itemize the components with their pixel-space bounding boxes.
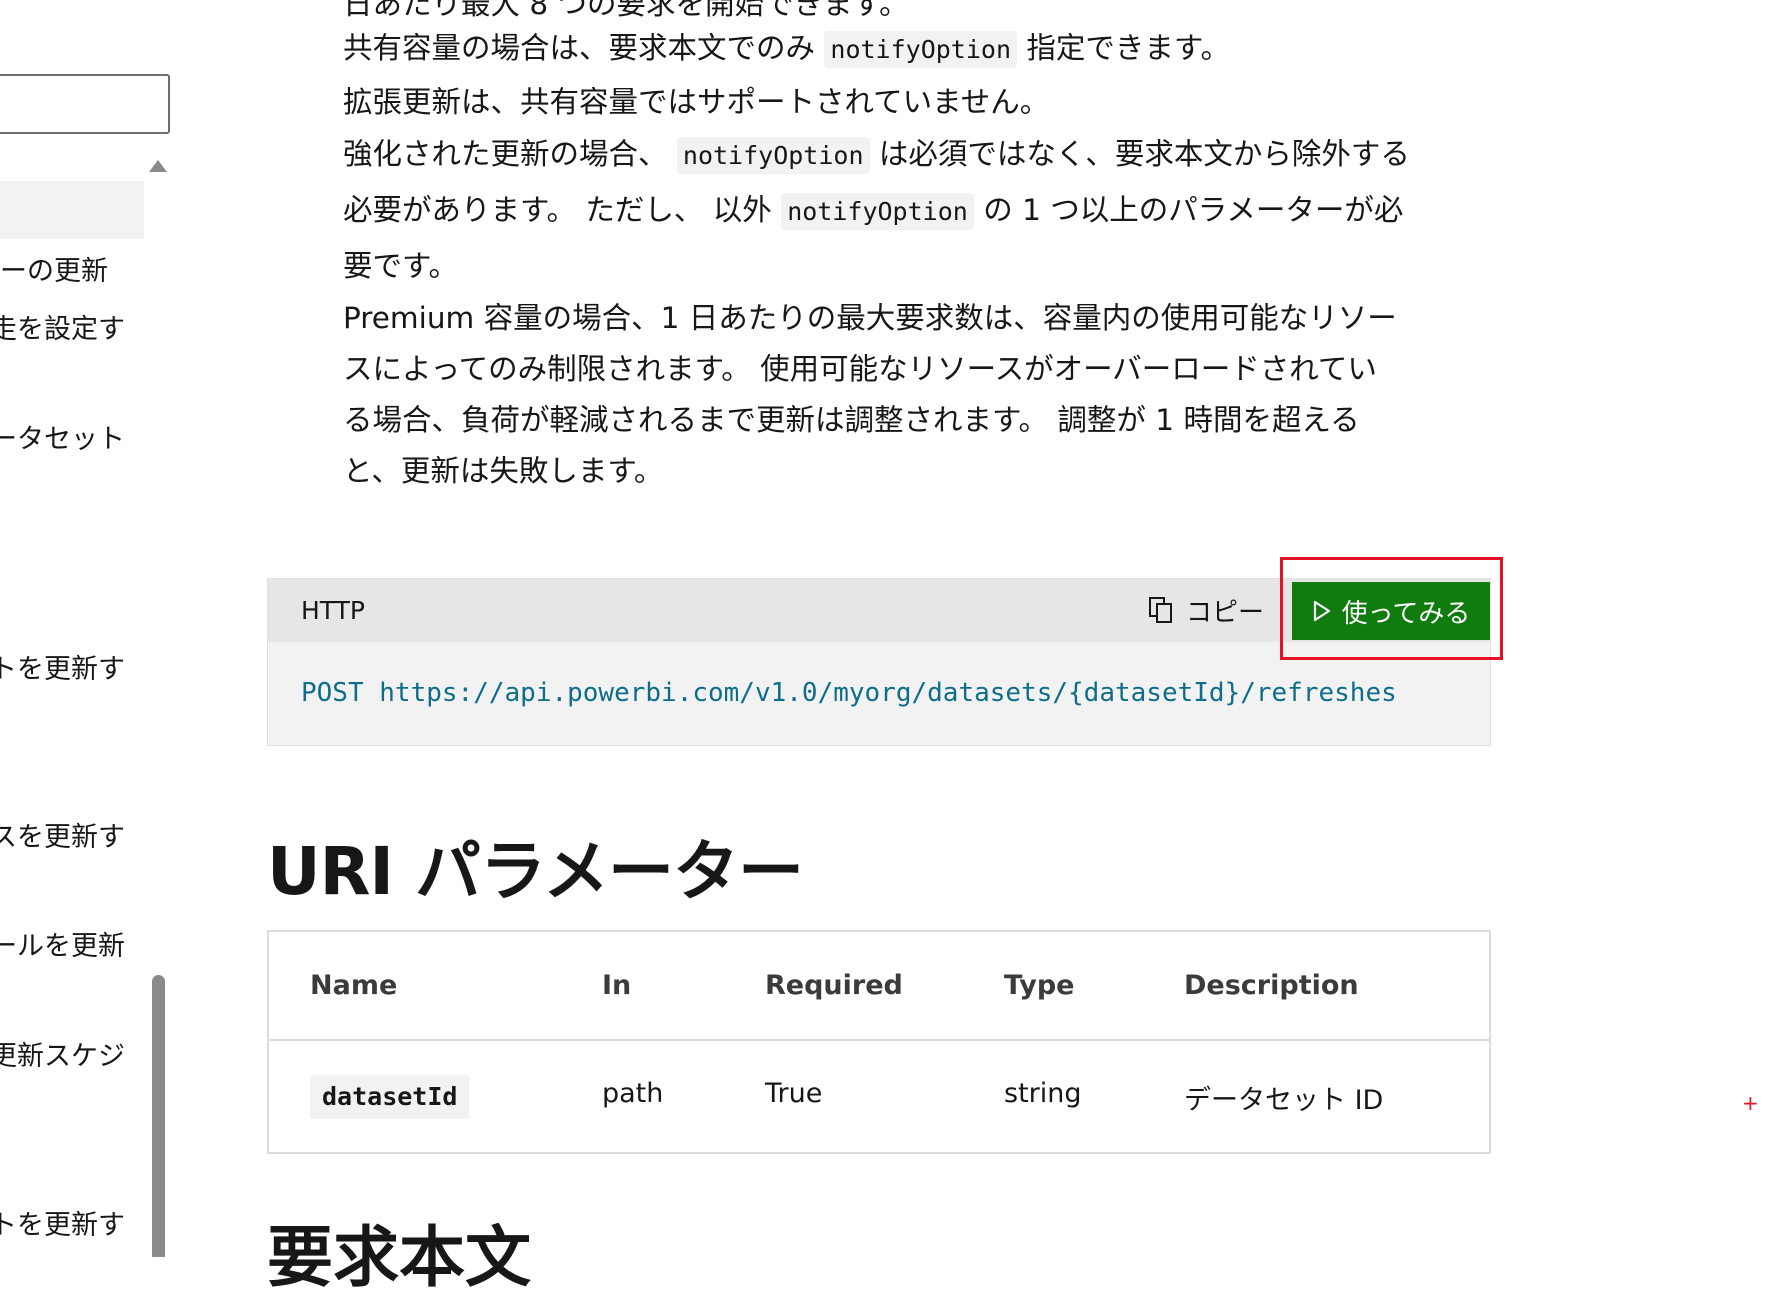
toc-item[interactable]: トを更新す bbox=[0, 654, 125, 686]
column-header-description: Description bbox=[1184, 970, 1359, 1001]
http-method: POST bbox=[301, 678, 364, 708]
article-text-line: 強化された更新の場合、 notifyOption は必須ではなく、要求本文から除… bbox=[343, 128, 1483, 182]
column-header-name: Name bbox=[310, 970, 398, 1001]
toc-item[interactable]: トを更新す bbox=[0, 1210, 125, 1242]
article-text-line: 共有容量の場合は、要求本文でのみ notifyOption 指定できます。 bbox=[343, 22, 1483, 76]
column-header-in: In bbox=[602, 970, 632, 1001]
uri-parameters-table: Name In Required Type Description datase… bbox=[267, 930, 1491, 1154]
request-body-heading: 要求本文 bbox=[267, 1219, 531, 1296]
play-icon bbox=[1313, 600, 1330, 622]
param-description-cell: データセット ID bbox=[1184, 1085, 1384, 1116]
inline-code: notifyOption bbox=[676, 137, 870, 174]
article-text-line: 拡張更新は、共有容量ではサポートされていません。 bbox=[343, 85, 1050, 119]
toc-item[interactable]: 更新スケジ bbox=[0, 1041, 125, 1073]
column-header-type: Type bbox=[1004, 970, 1075, 1001]
column-header-required: Required bbox=[765, 970, 903, 1001]
article-text-line: る場合、負荷が軽減されるまで更新は調整されます。 調整が 1 時間を超える bbox=[343, 403, 1360, 437]
text-span: 共有容量の場合は、要求本文でのみ bbox=[343, 31, 825, 65]
inline-code: notifyOption bbox=[824, 31, 1018, 68]
param-required-cell: True bbox=[765, 1078, 823, 1109]
toc-item[interactable]: 走を設定す bbox=[0, 314, 125, 346]
table-divider bbox=[269, 1039, 1489, 1041]
text-span: の 1 つ以上のパラメーターが必 bbox=[973, 193, 1404, 227]
copy-button[interactable]: コピー bbox=[1148, 590, 1264, 630]
toc-filter-input[interactable] bbox=[0, 74, 170, 134]
text-span: は必須ではなく、要求本文から除外する bbox=[869, 137, 1410, 171]
toc-item[interactable]: スを更新す bbox=[0, 822, 125, 854]
text-span: 指定できます。 bbox=[1017, 31, 1230, 65]
uri-parameters-heading: URI パラメーター bbox=[267, 833, 804, 910]
scroll-up-arrow-icon[interactable] bbox=[149, 160, 167, 172]
article-text-line: 必要があります。 ただし、 以外 notifyOption の 1 つ以上のパラ… bbox=[343, 184, 1483, 238]
try-it-label: 使ってみる bbox=[1341, 598, 1471, 629]
article-text-line: スによってのみ制限されます。 使用可能なリソースがオーバーロードされてい bbox=[343, 352, 1377, 386]
toc-item[interactable]: ールを更新 bbox=[0, 931, 125, 963]
text-span: 強化された更新の場合、 bbox=[343, 137, 677, 171]
param-in-cell: path bbox=[602, 1078, 664, 1109]
param-type-cell: string bbox=[1004, 1078, 1082, 1109]
http-url: https://api.powerbi.com/v1.0/myorg/datas… bbox=[379, 678, 1397, 708]
text-span: 必要があります。 ただし、 以外 bbox=[343, 193, 782, 227]
code-language-label: HTTP bbox=[301, 596, 365, 625]
try-it-button[interactable]: 使ってみる bbox=[1292, 582, 1490, 640]
toc-item[interactable]: ータセット bbox=[0, 424, 125, 456]
copy-button-label: コピー bbox=[1186, 597, 1265, 628]
toc-item[interactable]: ーの更新 bbox=[0, 256, 125, 288]
article-text-line: Premium 容量の場合、1 日あたりの最大要求数は、容量内の使用可能なリソー bbox=[343, 301, 1397, 335]
copy-icon bbox=[1149, 597, 1172, 623]
code-line: POST https://api.powerbi.com/v1.0/myorg/… bbox=[301, 678, 1397, 708]
article-text-line: と、更新は失敗します。 bbox=[343, 454, 664, 488]
article-text-line: 要です。 bbox=[343, 249, 459, 283]
toc-item-selected[interactable] bbox=[0, 181, 144, 239]
inline-code: notifyOption bbox=[781, 193, 974, 230]
toc-sidebar: ーの更新 走を設定す ータセット トを更新す スを更新す ールを更新 更新スケジ… bbox=[0, 0, 172, 1257]
cursor-crosshair-icon: + bbox=[1742, 1091, 1759, 1115]
scrollbar-thumb[interactable] bbox=[152, 975, 165, 1257]
param-name-code: datasetId bbox=[310, 1075, 470, 1119]
